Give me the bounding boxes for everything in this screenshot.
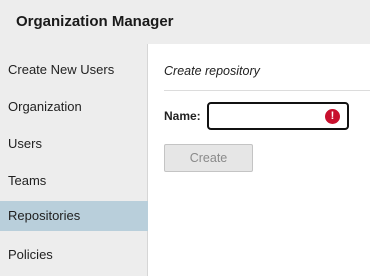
sidebar-item-users[interactable]: Users xyxy=(0,129,148,159)
sidebar-item-teams[interactable]: Teams xyxy=(0,166,148,196)
sidebar-item-organization[interactable]: Organization xyxy=(0,92,148,122)
main-panel: Create repository Name: ! Create xyxy=(148,44,370,276)
name-label: Name: xyxy=(164,109,201,123)
app-title: Organization Manager xyxy=(16,13,174,30)
sidebar: Create New Users Organization Users Team… xyxy=(0,44,148,276)
error-icon: ! xyxy=(325,109,340,124)
sidebar-item-repositories[interactable]: Repositories xyxy=(0,201,148,231)
section-divider xyxy=(164,90,370,91)
sidebar-item-policies[interactable]: Policies xyxy=(0,240,148,270)
section-title: Create repository xyxy=(164,64,260,78)
create-button[interactable]: Create xyxy=(164,144,253,172)
app-header: Organization Manager xyxy=(0,0,370,44)
sidebar-item-create-new-users[interactable]: Create New Users xyxy=(0,55,148,85)
